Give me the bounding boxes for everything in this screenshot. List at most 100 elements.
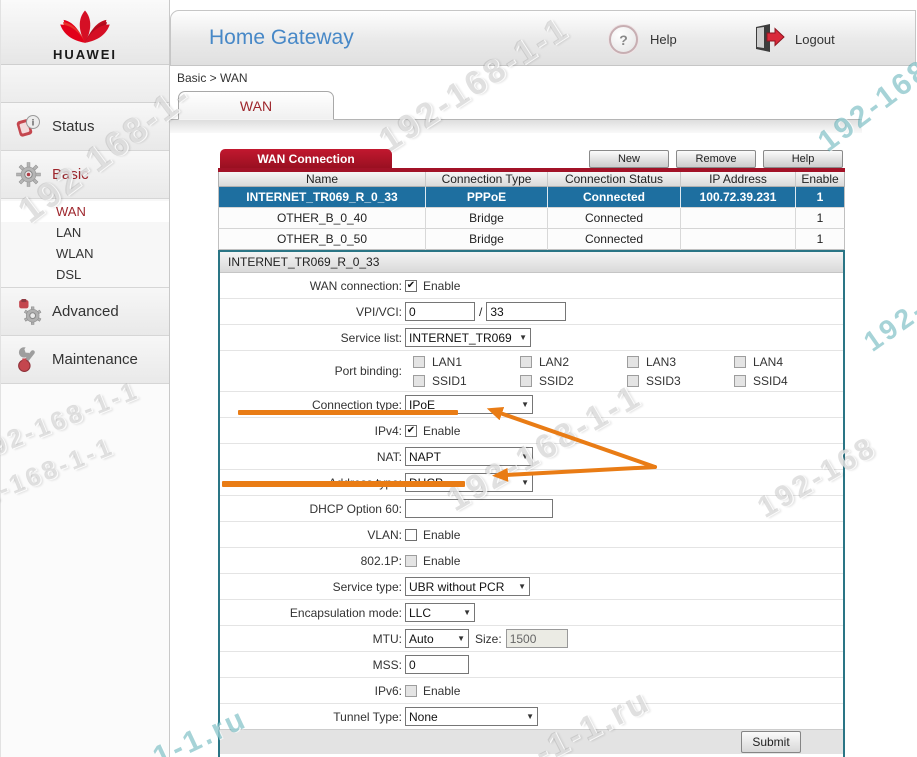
tunnel-type-select[interactable]: None — [405, 707, 538, 726]
select-value: Auto — [409, 632, 434, 646]
vci-input[interactable] — [486, 302, 566, 321]
select-value: NAPT — [409, 450, 441, 464]
tab-strip — [170, 119, 862, 133]
col-ip-address: IP Address — [681, 172, 796, 187]
form-row-mss: MSS: — [220, 651, 843, 677]
sidebar-item-status[interactable]: i Status — [1, 103, 169, 151]
huawei-logo-icon — [56, 4, 114, 46]
select-value: INTERNET_TR069 — [409, 331, 512, 345]
help-icon: ? — [609, 25, 638, 54]
service-type-select[interactable]: UBR without PCR — [405, 577, 530, 596]
sidebar-item-advanced[interactable]: Advanced — [1, 288, 169, 336]
vpi-vci-separator: / — [479, 305, 482, 319]
cell-type: PPPoE — [426, 187, 548, 208]
sidebar-item-label: Maintenance — [52, 351, 138, 368]
sidebar-item-wlan[interactable]: WLAN — [1, 243, 169, 264]
vlan-enable-checkbox[interactable] — [405, 529, 417, 541]
tab-wan[interactable]: WAN — [178, 91, 334, 120]
form-row-dhcp-option60: DHCP Option 60: — [220, 495, 843, 521]
cell-enable: 1 — [796, 187, 844, 208]
checkbox-label: LAN4 — [751, 355, 783, 369]
field-label: IPv6: — [220, 684, 402, 698]
wan-detail-panel: INTERNET_TR069_R_0_33 WAN connection: En… — [218, 250, 845, 757]
cell-status: Connected — [548, 187, 681, 208]
checkbox-label: Enable — [421, 554, 460, 568]
wan-connection-section: WAN Connection New Remove Help Name Conn… — [218, 149, 845, 250]
service-list-select[interactable]: INTERNET_TR069 — [405, 328, 531, 347]
ssid3-checkbox[interactable] — [627, 375, 639, 387]
cell-type: Bridge — [426, 229, 548, 250]
ipv6-enable-checkbox[interactable] — [405, 685, 417, 697]
checkbox-label: LAN2 — [537, 355, 569, 369]
cell-enable: 1 — [796, 208, 844, 229]
encapsulation-mode-select[interactable]: LLC — [405, 603, 475, 622]
field-label: 802.1P: — [220, 554, 402, 568]
status-icon: i — [15, 113, 42, 140]
form-row-ipv6: IPv6: Enable — [220, 677, 843, 703]
field-label: VLAN: — [220, 528, 402, 542]
sidebar-item-dsl[interactable]: DSL — [1, 264, 169, 285]
table-row[interactable]: OTHER_B_0_40 Bridge Connected 1 — [218, 208, 845, 229]
checkbox-label: LAN1 — [430, 355, 462, 369]
ssid2-checkbox[interactable] — [520, 375, 532, 387]
breadcrumb: Basic > WAN — [177, 71, 248, 85]
wan-connection-enable-checkbox[interactable] — [405, 280, 417, 292]
field-label: NAT: — [220, 450, 402, 464]
logout-icon — [751, 23, 785, 56]
brand-text: HUAWEI — [1, 47, 169, 62]
address-type-select[interactable]: DHCP — [405, 473, 533, 492]
table-row[interactable]: OTHER_B_0_50 Bridge Connected 1 — [218, 229, 845, 250]
logout-button[interactable]: Logout — [751, 23, 835, 56]
form-row-wan-connection: WAN connection: Enable — [220, 273, 843, 298]
select-value: UBR without PCR — [409, 580, 504, 594]
mss-input[interactable] — [405, 655, 469, 674]
nat-select[interactable]: NAPT — [405, 447, 533, 466]
table-row[interactable]: INTERNET_TR069_R_0_33 PPPoE Connected 10… — [218, 187, 845, 208]
field-label: Port binding: — [220, 364, 402, 378]
ipv4-enable-checkbox[interactable] — [405, 425, 417, 437]
sidebar-item-label: Status — [52, 118, 95, 135]
sidebar-item-lan[interactable]: LAN — [1, 222, 169, 243]
remove-button[interactable]: Remove — [676, 150, 756, 168]
cell-ip: 100.72.39.231 — [681, 187, 796, 208]
lan3-checkbox[interactable] — [627, 356, 639, 368]
form-row-vpi-vci: VPI/VCI: / — [220, 298, 843, 324]
table-buttons: New Remove Help — [589, 150, 843, 168]
dhcp-option60-input[interactable] — [405, 499, 553, 518]
sidebar-item-basic[interactable]: Basic — [1, 151, 169, 199]
page: 192-168-1- 192-168-1-1 192-168 192-168-1… — [0, 0, 917, 757]
help-label: Help — [650, 32, 677, 47]
wan-connection-title: WAN Connection — [220, 149, 392, 168]
sidebar-spacer — [1, 65, 169, 103]
cell-status: Connected — [548, 229, 681, 250]
field-label: Tunnel Type: — [220, 710, 402, 724]
new-button[interactable]: New — [589, 150, 669, 168]
checkbox-label: SSID4 — [751, 374, 788, 388]
submit-button[interactable]: Submit — [741, 731, 801, 753]
checkbox-label: Enable — [421, 424, 460, 438]
help-button[interactable]: ? Help — [609, 25, 677, 54]
cell-name: INTERNET_TR069_R_0_33 — [219, 187, 426, 208]
col-enable: Enable — [796, 172, 844, 187]
ssid1-checkbox[interactable] — [413, 375, 425, 387]
form-row-vlan: VLAN: Enable — [220, 521, 843, 547]
lan1-checkbox[interactable] — [413, 356, 425, 368]
form-row-port-binding: Port binding: LAN1 LAN2 LAN3 LAN4 SSID1 … — [220, 350, 843, 391]
watermark: 192- — [858, 293, 917, 358]
svg-text:i: i — [32, 118, 35, 128]
ssid4-checkbox[interactable] — [734, 375, 746, 387]
lan4-checkbox[interactable] — [734, 356, 746, 368]
mtu-size-input — [506, 629, 568, 648]
checkbox-label: Enable — [421, 684, 460, 698]
form-row-mtu: MTU: Auto Size: — [220, 625, 843, 651]
8021p-enable-checkbox[interactable] — [405, 555, 417, 567]
vpi-input[interactable] — [405, 302, 475, 321]
mtu-select[interactable]: Auto — [405, 629, 469, 648]
form-row-ipv4: IPv4: Enable — [220, 417, 843, 443]
sidebar-item-maintenance[interactable]: Maintenance — [1, 336, 169, 384]
connection-type-select[interactable]: IPoE — [405, 395, 533, 414]
lan2-checkbox[interactable] — [520, 356, 532, 368]
sidebar-item-wan[interactable]: WAN — [1, 201, 169, 222]
table-help-button[interactable]: Help — [763, 150, 843, 168]
sidebar: HUAWEI i Status — [0, 0, 170, 757]
